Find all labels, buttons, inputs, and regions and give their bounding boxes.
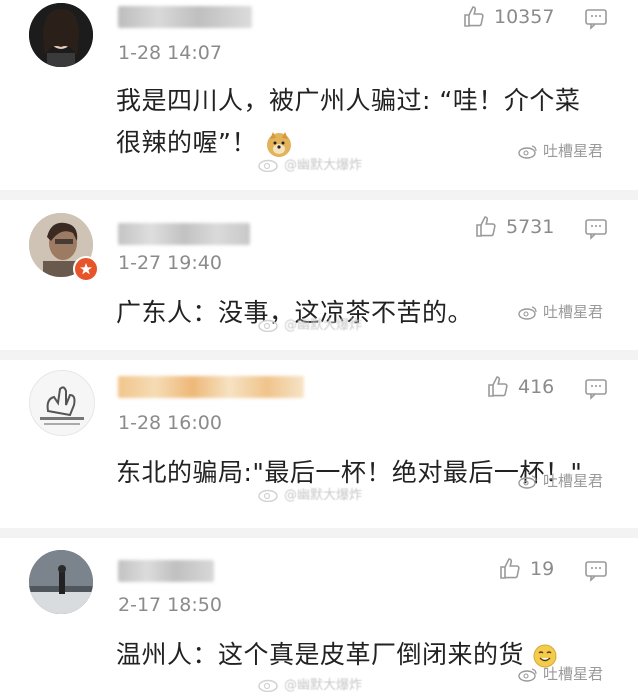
source-watermark: 吐槽星君	[518, 140, 603, 161]
username-blurred[interactable]	[118, 560, 214, 582]
weibo-logo-icon	[518, 667, 537, 682]
like-button[interactable]: 5731	[474, 215, 554, 239]
weibo-watermark: @幽默大爆炸	[258, 154, 362, 173]
weibo-watermark: @幽默大爆炸	[258, 484, 362, 503]
like-count: 5731	[506, 216, 555, 238]
comment-bubble-icon[interactable]	[584, 560, 608, 582]
comment-text: 我是四川人，被广州人骗过: “哇！介个菜 很辣的喔”！	[116, 80, 580, 164]
comment-bubble-icon[interactable]	[584, 218, 608, 240]
divider	[0, 350, 638, 360]
watermark-source-text: 吐槽星君	[543, 472, 604, 490]
source-watermark: 吐槽星君	[518, 663, 603, 684]
username-blurred[interactable]	[118, 223, 250, 245]
comment-item: 2-17 18:50 19 温州人：这个真是皮革厂倒闭来的货 @幽默大爆炸 吐槽…	[0, 538, 638, 693]
weibo-watermark: @幽默大爆炸	[258, 314, 362, 333]
weibo-logo-icon	[518, 144, 537, 159]
weibo-logo-icon	[258, 489, 278, 502]
watermark-source-text: 吐槽星君	[543, 303, 604, 321]
comment-bubble-icon[interactable]	[584, 378, 608, 400]
comment-time: 1-28 16:00	[118, 412, 222, 434]
watermark-source-text: 吐槽星君	[543, 665, 604, 683]
comment-item: 1-28 14:07 10357 我是四川人，被广州人骗过: “哇！介个菜 很辣…	[0, 0, 638, 195]
thumbs-up-icon	[476, 216, 496, 237]
comment-time: 1-28 14:07	[118, 42, 222, 64]
watermark-text: @幽默大爆炸	[284, 678, 363, 693]
watermark-text: @幽默大爆炸	[284, 318, 363, 333]
verified-badge	[73, 256, 99, 282]
like-count: 10357	[494, 6, 555, 28]
like-button[interactable]: 10357	[462, 5, 554, 29]
source-watermark: 吐槽星君	[518, 301, 603, 322]
divider	[0, 190, 638, 200]
like-button[interactable]: 19	[498, 557, 554, 581]
thumbs-up-icon	[464, 6, 484, 27]
watermark-text: @幽默大爆炸	[284, 488, 363, 503]
like-count: 19	[530, 558, 555, 580]
avatar[interactable]	[29, 3, 93, 67]
comment-item: 1-27 19:40 5731 广东人：没事，这凉茶不苦的。 @幽默大爆炸 吐槽…	[0, 200, 638, 360]
watermark-source-text: 吐槽星君	[543, 142, 604, 160]
weibo-logo-icon	[518, 474, 537, 489]
weibo-logo-icon	[258, 679, 278, 692]
divider	[0, 528, 638, 538]
weibo-watermark: @幽默大爆炸	[258, 674, 362, 693]
avatar[interactable]	[29, 370, 95, 436]
comment-time: 2-17 18:50	[118, 594, 222, 616]
comment-time: 1-27 19:40	[118, 252, 222, 274]
source-watermark: 吐槽星君	[518, 470, 603, 491]
avatar[interactable]	[29, 550, 93, 614]
comment-bubble-icon[interactable]	[584, 8, 608, 30]
username-blurred[interactable]	[118, 6, 252, 28]
weibo-logo-icon	[258, 159, 278, 172]
comment-text-line: 温州人：这个真是皮革厂倒闭来的货	[116, 634, 558, 676]
watermark-text: @幽默大爆炸	[284, 158, 363, 173]
like-count: 416	[518, 376, 555, 398]
comment-text-line: 我是四川人，被广州人骗过: “哇！介个菜	[116, 86, 581, 115]
thumbs-up-icon	[488, 376, 508, 397]
like-button[interactable]: 416	[486, 375, 554, 399]
weibo-logo-icon	[518, 305, 537, 320]
comment-item: 1-28 16:00 416 东北的骗局:"最后一杯！绝对最后一杯！" @幽默大…	[0, 360, 638, 535]
comment-text: 温州人：这个真是皮革厂倒闭来的货	[116, 634, 558, 676]
thumbs-up-icon	[500, 558, 520, 579]
username-blurred[interactable]	[118, 376, 304, 398]
weibo-logo-icon	[258, 319, 278, 332]
